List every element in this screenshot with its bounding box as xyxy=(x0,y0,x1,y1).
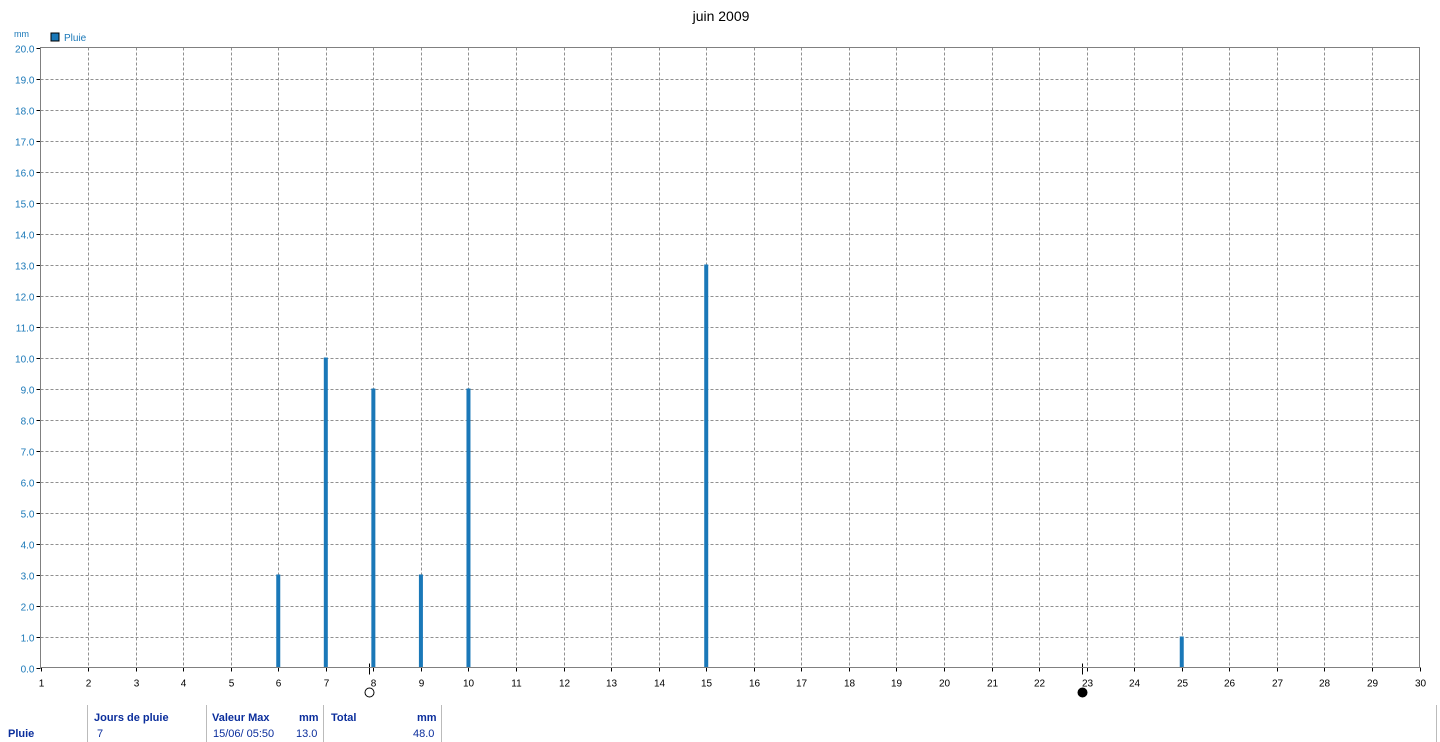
bar xyxy=(323,357,328,668)
y-tick-label: 19.0 xyxy=(15,76,35,87)
valeurmax-value: 13.0 xyxy=(296,728,318,740)
total-header: Total xyxy=(331,712,357,724)
y-tick-label: 12.0 xyxy=(15,293,35,304)
y-tick-label: 15.0 xyxy=(15,200,35,211)
x-tick-label: 12 xyxy=(559,679,571,690)
stats-table: Pluie Jours de pluie 7 Valeur Max mm 15/… xyxy=(0,705,1440,742)
y-tick-label: 1.0 xyxy=(21,634,35,645)
x-tick-label: 5 xyxy=(229,679,235,690)
stats-divider xyxy=(206,705,207,742)
chart-title: juin 2009 xyxy=(692,8,750,24)
legend-swatch xyxy=(50,32,60,42)
stats-divider xyxy=(323,705,324,742)
jours-header: Jours de pluie xyxy=(94,712,169,724)
x-tick-label: 2 xyxy=(86,679,92,690)
jours-value: 7 xyxy=(97,728,104,740)
stats-divider xyxy=(441,705,442,742)
y-tick-label: 8.0 xyxy=(21,417,35,428)
y-tick-label: 18.0 xyxy=(15,107,35,118)
x-tick-label: 17 xyxy=(796,679,808,690)
y-tick-label: 6.0 xyxy=(21,479,35,490)
x-tick-label: 21 xyxy=(987,679,999,690)
x-tick-label: 8 xyxy=(371,679,377,690)
x-tick-label: 27 xyxy=(1272,679,1284,690)
y-tick-label: 4.0 xyxy=(21,541,35,552)
y-tick-label: 2.0 xyxy=(21,603,35,614)
x-tick-label: 16 xyxy=(749,679,761,690)
y-tick-label: 0.0 xyxy=(21,665,35,676)
x-tick-label: 29 xyxy=(1367,679,1379,690)
y-tick-label: 20.0 xyxy=(15,45,35,56)
y-tick-label: 14.0 xyxy=(15,231,35,242)
plot-frame xyxy=(40,47,1420,668)
bar xyxy=(1179,636,1184,668)
stats-divider xyxy=(87,705,88,742)
legend-label: Pluie xyxy=(64,33,87,44)
y-tick-label: 16.0 xyxy=(15,169,35,180)
bar xyxy=(418,574,423,668)
total-value: 48.0 xyxy=(413,728,435,740)
bar xyxy=(704,264,709,668)
stats-divider xyxy=(1436,705,1437,742)
new-moon-icon xyxy=(1077,687,1088,698)
y-tick-label: 7.0 xyxy=(21,448,35,459)
stats-row-label: Pluie xyxy=(8,728,35,740)
total-unit: mm xyxy=(417,712,437,724)
x-axis: 1 2 3 4 5 6 7 8 9 10 11 12 13 14 15 16 17 18 19 20 21 22 23 24 2… xyxy=(39,667,1427,690)
full-moon-icon xyxy=(364,687,375,698)
x-tick-label: 22 xyxy=(1034,679,1046,690)
grid-lines xyxy=(40,47,1420,668)
x-tick-label: 14 xyxy=(654,679,666,690)
x-tick-label: 10 xyxy=(463,679,475,690)
bars xyxy=(276,264,1184,668)
x-tick-label: 24 xyxy=(1129,679,1141,690)
y-tick-label: 13.0 xyxy=(15,262,35,273)
x-tick-label: 15 xyxy=(701,679,713,690)
valeurmax-header: Valeur Max xyxy=(212,712,270,724)
x-tick-label: 9 xyxy=(419,679,425,690)
x-tick-label: 20 xyxy=(939,679,951,690)
bar xyxy=(276,574,281,668)
bar xyxy=(466,388,471,668)
x-tick-label: 6 xyxy=(276,679,282,690)
bar xyxy=(371,388,376,668)
x-tick-label: 4 xyxy=(181,679,187,690)
x-tick-label: 30 xyxy=(1415,679,1427,690)
valeurmax-unit: mm xyxy=(299,712,319,724)
y-axis-unit: mm xyxy=(14,29,29,39)
x-tick-label: 11 xyxy=(511,679,522,690)
valeurmax-date: 15/06/ 05:50 xyxy=(213,728,275,740)
y-tick-label: 11.0 xyxy=(16,324,35,335)
y-tick-label: 5.0 xyxy=(21,510,35,521)
x-tick-label: 3 xyxy=(134,679,140,690)
y-tick-label: 17.0 xyxy=(15,138,35,149)
rain-chart: juin 2009 mm Pluie 0.0 1.0 2.0 3.0 4.0 5.0 6.0… xyxy=(0,0,1440,742)
x-tick-label: 13 xyxy=(606,679,618,690)
y-tick-label: 10.0 xyxy=(15,355,35,366)
x-tick-label: 7 xyxy=(324,679,330,690)
x-tick-label: 28 xyxy=(1319,679,1331,690)
x-tick-label: 18 xyxy=(844,679,856,690)
x-tick-label: 25 xyxy=(1177,679,1189,690)
x-tick-label: 19 xyxy=(891,679,903,690)
x-tick-label: 1 xyxy=(39,679,45,690)
chart-svg: juin 2009 mm Pluie 0.0 1.0 2.0 3.0 4.0 5.0 6.0… xyxy=(14,8,1427,698)
x-tick-label: 26 xyxy=(1224,679,1236,690)
y-tick-label: 9.0 xyxy=(21,386,35,397)
y-tick-label: 3.0 xyxy=(21,572,35,583)
y-axis: 0.0 1.0 2.0 3.0 4.0 5.0 6.0 7.0 8.0 9.0 10.0 11.0 12… xyxy=(15,45,41,676)
